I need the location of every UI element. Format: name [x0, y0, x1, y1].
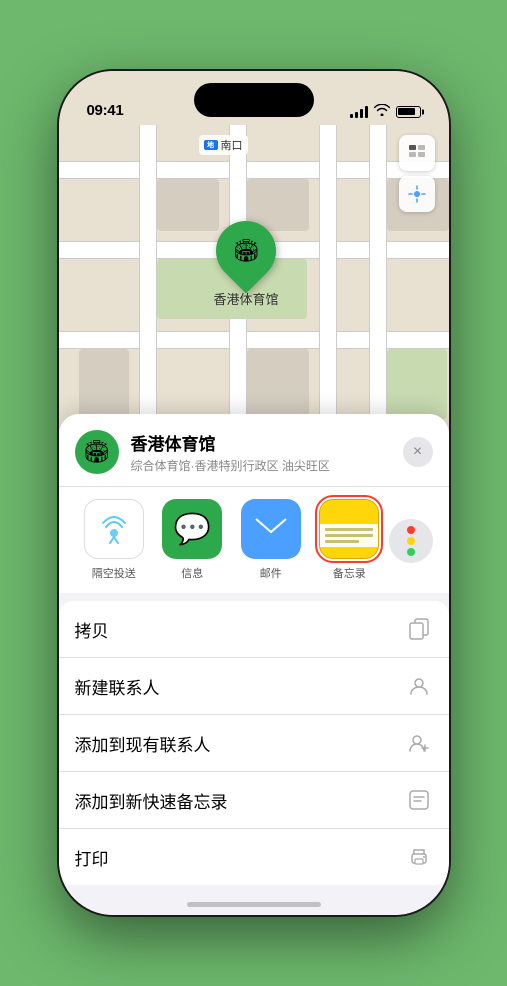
new-contact-label: 新建联系人 [75, 674, 160, 699]
status-time: 09:41 [87, 102, 124, 119]
map-pin-container: 🏟 香港体育馆 [214, 221, 279, 308]
map-station-label: 地 南口 [199, 135, 248, 155]
action-add-existing[interactable]: 添加到现有联系人 [59, 715, 449, 772]
add-notes-icon [405, 786, 433, 814]
map-pin-icon: 🏟 [232, 238, 260, 264]
notes-line [325, 540, 359, 543]
mail-icon [241, 499, 301, 559]
signal-bar-3 [360, 109, 363, 118]
metro-icon: 地 [204, 140, 218, 150]
status-icons [350, 104, 421, 119]
signal-bar-2 [355, 112, 358, 118]
share-item-notes[interactable]: 备忘录 [310, 499, 389, 581]
map-pin: 🏟 [204, 209, 289, 294]
add-contact-icon [405, 729, 433, 757]
map-view-button[interactable] [399, 135, 435, 171]
signal-bar-4 [365, 106, 368, 118]
venue-icon: 🏟 [75, 430, 119, 474]
notes-label: 备忘录 [333, 565, 366, 581]
more-icon [389, 519, 433, 563]
copy-icon [405, 615, 433, 643]
mail-label: 邮件 [260, 565, 282, 581]
signal-bars-icon [350, 106, 368, 118]
dynamic-island [194, 83, 314, 117]
close-button[interactable]: × [403, 437, 433, 467]
action-new-contact[interactable]: 新建联系人 [59, 658, 449, 715]
airdrop-label: 隔空投送 [92, 565, 136, 581]
messages-label: 信息 [181, 565, 203, 581]
messages-icon: 💬 [162, 499, 222, 559]
notes-body [320, 524, 378, 547]
battery-icon [396, 106, 421, 118]
map-block [247, 349, 309, 419]
share-item-airdrop[interactable]: 隔空投送 [75, 499, 154, 581]
share-item-mail[interactable]: 邮件 [232, 499, 311, 581]
print-icon [405, 843, 433, 871]
wifi-icon [374, 104, 390, 119]
bottom-sheet: 🏟 香港体育馆 综合体育馆·香港特别行政区 油尖旺区 × [59, 414, 449, 915]
map-controls [399, 135, 435, 212]
battery-fill [398, 108, 415, 115]
map-green [387, 349, 447, 419]
notes-header [320, 500, 378, 524]
add-notes-label: 添加到新快速备忘录 [75, 788, 228, 813]
venue-subtitle: 综合体育馆·香港特别行政区 油尖旺区 [131, 457, 391, 474]
sheet-header: 🏟 香港体育馆 综合体育馆·香港特别行政区 油尖旺区 × [59, 414, 449, 486]
map-block [79, 349, 129, 419]
sheet-title-block: 香港体育馆 综合体育馆·香港特别行政区 油尖旺区 [131, 430, 391, 474]
new-contact-icon [405, 672, 433, 700]
action-print[interactable]: 打印 [59, 829, 449, 885]
home-indicator-space [59, 885, 449, 915]
map-road [59, 161, 449, 179]
share-more[interactable] [389, 517, 433, 563]
copy-label: 拷贝 [75, 617, 109, 642]
share-row: 隔空投送 💬 信息 邮件 [59, 486, 449, 593]
map-road [59, 331, 449, 349]
map-block [157, 179, 219, 231]
airdrop-icon [84, 499, 144, 559]
notes-line [325, 528, 373, 531]
action-list: 拷贝 新建联系人 [59, 601, 449, 885]
venue-title: 香港体育馆 [131, 430, 391, 455]
add-existing-label: 添加到现有联系人 [75, 731, 211, 756]
action-add-notes[interactable]: 添加到新快速备忘录 [59, 772, 449, 829]
signal-bar-1 [350, 114, 353, 118]
notes-icon [319, 499, 379, 559]
action-copy[interactable]: 拷贝 [59, 601, 449, 658]
share-item-messages[interactable]: 💬 信息 [153, 499, 232, 581]
notes-line [325, 534, 373, 537]
phone-screen: 09:41 [59, 71, 449, 915]
location-button[interactable] [399, 176, 435, 212]
print-label: 打印 [75, 845, 109, 870]
phone-frame: 09:41 [59, 71, 449, 915]
station-name: 南口 [221, 137, 243, 153]
home-indicator [187, 902, 321, 907]
